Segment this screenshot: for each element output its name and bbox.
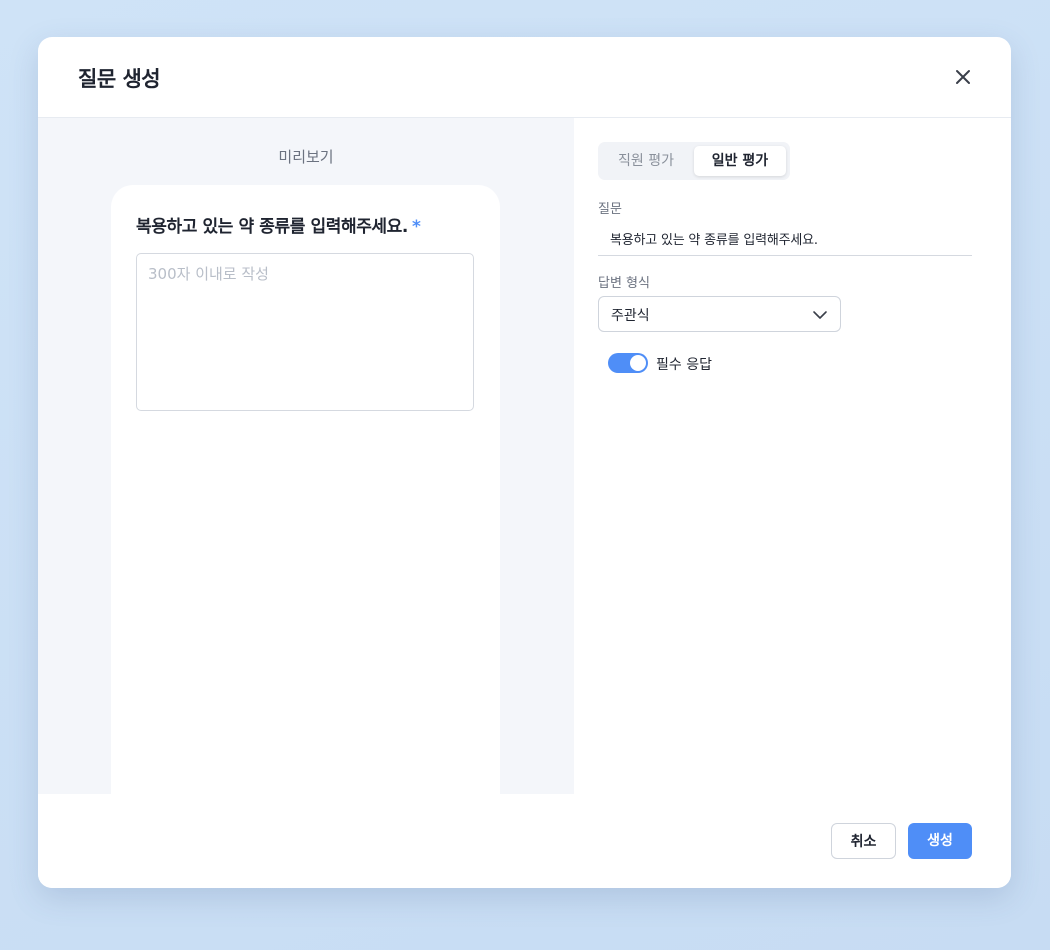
modal-footer: 취소 생성 — [38, 794, 1011, 888]
close-icon[interactable] — [951, 65, 975, 89]
preview-answer-textarea[interactable]: 300자 이내로 작성 — [136, 253, 474, 411]
tab-general-evaluation[interactable]: 일반 평가 — [694, 146, 786, 176]
question-label: 질문 — [598, 202, 622, 217]
create-question-modal: 질문 생성 미리보기 복용하고 있는 약 종류를 입력해주세요. * 300자 이… — [38, 37, 1011, 888]
answer-type-value: 주관식 — [611, 308, 650, 324]
modal-title: 질문 생성 — [78, 67, 161, 91]
required-asterisk: * — [411, 217, 421, 237]
answer-type-select[interactable]: 주관식 — [598, 296, 841, 332]
chevron-down-icon — [812, 308, 828, 322]
preview-label: 미리보기 — [278, 148, 334, 166]
question-input-value: 복용하고 있는 약 종류를 입력해주세요. — [610, 233, 818, 248]
preview-question: 복용하고 있는 약 종류를 입력해주세요. * — [136, 212, 480, 237]
create-button[interactable]: 생성 — [908, 823, 972, 859]
required-label: 필수 응답 — [656, 357, 712, 373]
preview-question-text: 복용하고 있는 약 종류를 입력해주세요. — [136, 217, 408, 237]
cancel-button[interactable]: 취소 — [831, 823, 896, 859]
toggle-knob — [630, 355, 646, 371]
tab-employee-evaluation[interactable]: 직원 평가 — [602, 146, 690, 176]
modal-header: 질문 생성 — [38, 37, 1011, 118]
preview-pane: 미리보기 복용하고 있는 약 종류를 입력해주세요. * 300자 이내로 작성 — [38, 118, 574, 825]
required-toggle[interactable] — [608, 353, 648, 373]
evaluation-type-tabs: 직원 평가 일반 평가 — [598, 142, 790, 180]
question-input[interactable]: 복용하고 있는 약 종류를 입력해주세요. — [598, 223, 972, 256]
answer-type-label: 답변 형식 — [598, 276, 650, 291]
preview-answer-placeholder: 300자 이내로 작성 — [148, 265, 269, 283]
settings-pane: 직원 평가 일반 평가 질문 복용하고 있는 약 종류를 입력해주세요. 답변 … — [574, 118, 1011, 794]
preview-card: 복용하고 있는 약 종류를 입력해주세요. * 300자 이내로 작성 — [111, 185, 500, 825]
